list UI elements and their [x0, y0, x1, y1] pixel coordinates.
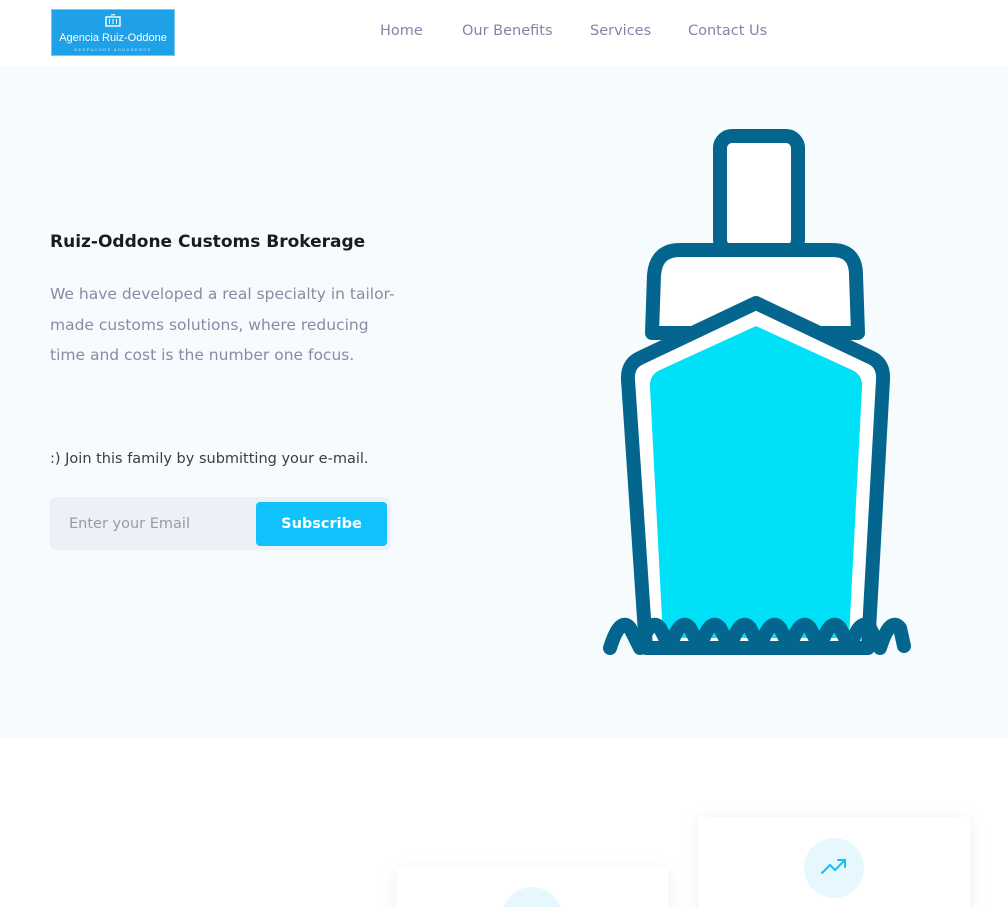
brand-logo[interactable]: Agencia Ruiz-Oddone DESPACHOS ADUANEROS	[51, 9, 175, 56]
container-icon	[105, 14, 121, 27]
brand-name: Agencia Ruiz-Oddone	[59, 32, 167, 44]
nav-our-benefits[interactable]: Our Benefits	[462, 23, 553, 39]
trending-up-icon	[804, 838, 864, 898]
subscribe-form: Subscribe	[50, 497, 391, 550]
hero-title: Ruiz-Oddone Customs Brokerage	[50, 232, 366, 252]
hero-description: We have developed a real specialty in ta…	[50, 285, 395, 364]
feature-card	[698, 817, 970, 907]
nav-home[interactable]: Home	[380, 23, 423, 39]
hero-section: Ruiz-Oddone Customs Brokerage We have de…	[0, 66, 1008, 738]
navbar: Agencia Ruiz-Oddone DESPACHOS ADUANEROS …	[0, 0, 1008, 66]
email-input[interactable]	[50, 497, 255, 550]
join-text: :) Join this family by submitting your e…	[50, 451, 369, 467]
nav-services[interactable]: Services	[590, 23, 651, 39]
brand-tagline: DESPACHOS ADUANEROS	[74, 47, 152, 52]
feature-card	[397, 867, 668, 907]
arrow-up-icon	[502, 887, 562, 907]
nav-contact-us[interactable]: Contact Us	[688, 23, 767, 39]
subscribe-button[interactable]: Subscribe	[256, 502, 387, 546]
ship-icon	[603, 129, 911, 655]
